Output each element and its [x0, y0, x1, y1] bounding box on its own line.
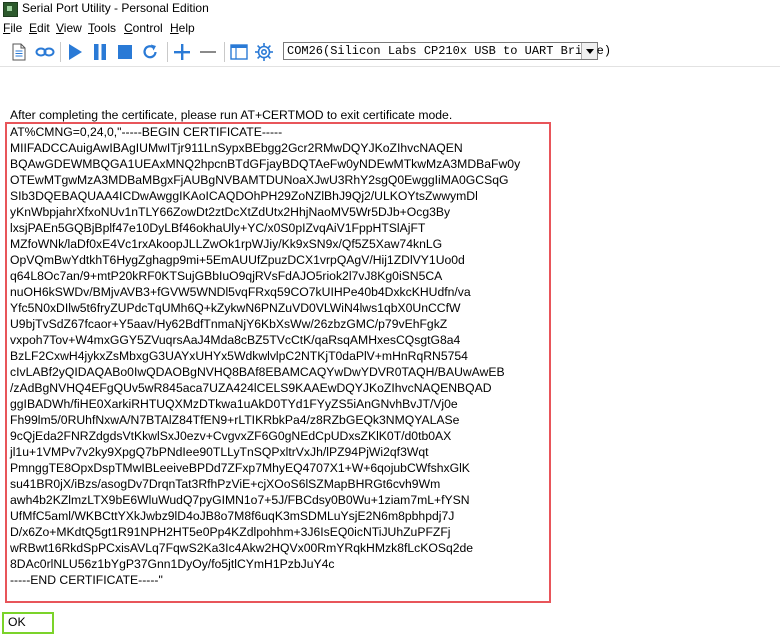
- pause-icon: [94, 44, 106, 60]
- remove-button[interactable]: [197, 41, 219, 63]
- terminal-line: nuOH6kSWDv/BMjvAVB3+fGVW5WNDl5vqFRxq59CO…: [10, 285, 471, 299]
- terminal-line: AT%CMNG=0,24,0,"-----BEGIN CERTIFICATE--…: [10, 125, 283, 139]
- window-layout-icon: [230, 44, 248, 60]
- terminal-line: After completing the certificate, please…: [10, 108, 453, 122]
- new-document-button[interactable]: [8, 41, 30, 63]
- stop-icon: [118, 45, 132, 59]
- terminal-line: OTEwMTgwMzA3MDBaMBgxFjAUBgNVBAMTDUNoaXJw…: [10, 173, 509, 187]
- link-icon: [35, 47, 55, 57]
- menu-bar: File Edit View Tools Control Help: [0, 19, 780, 37]
- terminal-line: su41BR0jX/iBzs/asogDv7DrqnTat3RfhPzViE+c…: [10, 477, 441, 491]
- terminal-line: BQAwGDEWMBQGA1UEAxMNQ2hpcnBTdGFjayBDQTAe…: [10, 157, 521, 171]
- com-port-select[interactable]: COM26(Silicon Labs CP210x USB to UART Br…: [283, 42, 611, 60]
- link-button[interactable]: [34, 41, 56, 63]
- receive-area[interactable]: After completing the certificate, please…: [0, 67, 780, 636]
- refresh-icon: [143, 44, 157, 59]
- menu-edit[interactable]: Edit: [29, 21, 50, 35]
- menu-view[interactable]: View: [56, 21, 82, 35]
- chevron-down-icon[interactable]: [581, 43, 597, 59]
- terminal-line: BzLF2CxwH4jykxZsMbxgG3UAYxUHYx5WdkwlvlpC…: [10, 349, 468, 363]
- terminal-line: cIvLABf2yQIDAQABo0IwQDAOBgNVHQ8BAf8EBAMC…: [10, 365, 505, 379]
- terminal-line: 9cQjEda2FNRZdgdsVtKkwlSxJ0ezv+CvgvxZF6G0…: [10, 429, 452, 443]
- terminal-line: 8DAc0rlNLU56z1bYgP37Gnn1DyOy/fo5jtlCYmH1…: [10, 557, 335, 571]
- terminal-line: q64L8Oc7an/9+mtP20kRF0KTSujGBbIuO9qjRVsF…: [10, 269, 443, 283]
- terminal-line: lxsjPAEn5GQBjBplf47e10DyLBf46okhaUly+YC/…: [10, 221, 426, 235]
- window-title: Serial Port Utility - Personal Edition: [22, 1, 209, 15]
- terminal-line: wRBwt16RkdSpPCxisAVLq7FqwS2Ka3Ic4Akw2HQV…: [10, 541, 474, 555]
- terminal-line: /zAdBgNVHQ4EFgQUv5wR845aca7UZA424lCELS9K…: [10, 381, 492, 395]
- title-bar: Serial Port Utility - Personal Edition: [0, 0, 780, 18]
- menu-tools[interactable]: Tools: [88, 21, 116, 35]
- terminal-line: -----END CERTIFICATE-----": [10, 573, 163, 587]
- minus-icon: [200, 51, 216, 53]
- terminal-line: ggIBADWh/fiHE0XarkiRHTUQXMzDTkwa1uAkD0TY…: [10, 397, 458, 411]
- refresh-button[interactable]: [139, 41, 161, 63]
- terminal-line: D/x6Zo+MKdtQ5gt1R91NPH2HT5e0Pp4KZdlpohhm…: [10, 525, 451, 539]
- terminal-line: awh4b2KZlmzLTX9bE6WluWudQ7pyGIMN1o7+5J/F…: [10, 493, 470, 507]
- terminal-line: yKnWbpjahrXfxoNUv1nTLY66ZowDt2ztDcXtZdUt…: [10, 205, 451, 219]
- stop-button[interactable]: [114, 41, 136, 63]
- terminal-line: Fh99lm5/0RUhfNxwA/N7BTAlZ84TfEN9+rLTIKRb…: [10, 413, 460, 427]
- terminal-line: jl1u+1VMPv7v2ky9XpgQ7bPNdIee90TLLyTnSQPx…: [10, 445, 429, 459]
- play-icon: [69, 44, 82, 60]
- serial-port-utility-app-icon: [3, 2, 18, 17]
- terminal-line: OpVQmBwYdtkhT6HygZghagp9mi+5EmAUUfZpuzDC…: [10, 253, 465, 267]
- terminal-line: MZfoWNk/laDf0xE4Vc1rxAkoopJLLZwOk1rpWJiy…: [10, 237, 443, 251]
- ok-response: OK: [8, 615, 26, 629]
- terminal-line: Yfc5N0xDIlw5t6fryZUPdcTqUMh6Q+kZykwN6PNZ…: [10, 301, 461, 315]
- terminal-line: UfMfC5aml/WKBCttYXkJwbz9lD4oJB8o7M8f6uqK…: [10, 509, 455, 523]
- terminal-line: PmnggTE8OpxDspTMwIBLeeiveBPDd7ZFxp7MhyEQ…: [10, 461, 470, 475]
- terminal-line: vxpoh7Tov+W4mxGGY5ZVuqrsAaJ4Mda8cBZ5TVcC…: [10, 333, 461, 347]
- gear-icon: [255, 43, 273, 61]
- terminal-line: U9bjTvSdZ67fcaor+Y5aav/Hy62BdfTnmaNjY6Kb…: [10, 317, 448, 331]
- add-button[interactable]: [171, 41, 193, 63]
- pause-button[interactable]: [89, 41, 111, 63]
- settings-button[interactable]: [253, 41, 275, 63]
- plus-icon: [174, 44, 190, 60]
- menu-file[interactable]: File: [3, 21, 22, 35]
- window-layout-button[interactable]: [228, 41, 250, 63]
- new-document-icon: [12, 43, 26, 61]
- com-port-value: COM26(Silicon Labs CP210x USB to UART Br…: [287, 44, 612, 58]
- terminal-line: MIIFADCCAuigAwIBAgIUMwITjr911LnSypxBEbgg…: [10, 141, 463, 155]
- terminal-line: SIb3DQEBAQUAA4ICDwAwggIKAoICAQDOhPH29ZoN…: [10, 189, 478, 203]
- start-button[interactable]: [64, 41, 86, 63]
- menu-control[interactable]: Control: [124, 21, 163, 35]
- menu-help[interactable]: Help: [170, 21, 195, 35]
